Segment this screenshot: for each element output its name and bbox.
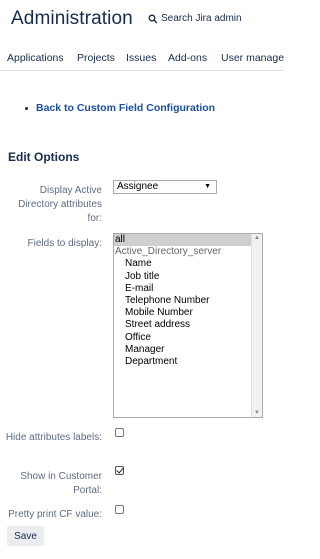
search-icon: [148, 14, 158, 23]
nav-issues[interactable]: Issues: [126, 52, 156, 64]
nav-add-ons[interactable]: Add-ons: [168, 52, 207, 64]
customer-portal-checkbox[interactable]: [115, 466, 124, 475]
back-to-config-link[interactable]: Back to Custom Field Configuration: [36, 102, 215, 114]
listbox-scrollbar[interactable]: ▲ ▼: [251, 234, 262, 417]
admin-search[interactable]: Search Jira admin: [148, 13, 242, 24]
back-link-item: Back to Custom Field Configuration: [25, 102, 215, 114]
display-attributes-label: Display Active Directory attributes for:: [18, 185, 102, 224]
section-title: Edit Options: [8, 150, 80, 164]
fields-display-listbox[interactable]: all Active_Directory_server Name Job tit…: [113, 233, 263, 418]
search-label: Search Jira admin: [161, 13, 242, 24]
scroll-up-icon[interactable]: ▲: [254, 235, 260, 241]
nav-applications[interactable]: Applications: [7, 52, 64, 64]
list-option[interactable]: Street address: [114, 319, 262, 331]
list-option[interactable]: Office: [114, 332, 262, 344]
nav-user-management[interactable]: User managem: [221, 52, 284, 64]
list-option-all[interactable]: all: [114, 234, 252, 247]
list-option[interactable]: Manager: [114, 344, 262, 356]
list-option[interactable]: Department: [114, 356, 262, 368]
save-button[interactable]: Save: [7, 526, 44, 546]
customer-portal-label: Show in Customer Portal:: [20, 471, 102, 496]
admin-nav: Applications Projects Issues Add-ons Use…: [0, 45, 284, 71]
pretty-print-label: Pretty print CF value:: [8, 509, 102, 520]
fields-display-label: Fields to display:: [27, 238, 102, 249]
list-option-group: Active_Directory_server: [115, 246, 222, 258]
page: Administration Search Jira admin Applica…: [0, 0, 284, 559]
list-option[interactable]: E-mail: [114, 283, 262, 295]
dropdown-arrow-icon: ▼: [204, 183, 211, 190]
list-option[interactable]: Name: [114, 258, 262, 270]
hide-labels-label: Hide attributes labels:: [5, 432, 102, 443]
display-attributes-value: Assignee: [117, 181, 159, 192]
page-title: Administration: [11, 8, 133, 29]
pretty-print-checkbox[interactable]: [115, 505, 124, 514]
nav-projects[interactable]: Projects: [77, 52, 115, 64]
list-option[interactable]: Mobile Number: [114, 307, 262, 319]
bullet-icon: [25, 106, 28, 110]
scroll-down-icon[interactable]: ▼: [254, 410, 260, 416]
hide-labels-checkbox[interactable]: [115, 428, 124, 437]
list-option[interactable]: Telephone Number: [114, 295, 262, 307]
list-option[interactable]: Job title: [114, 271, 262, 283]
display-attributes-select[interactable]: Assignee ▼: [113, 180, 217, 194]
